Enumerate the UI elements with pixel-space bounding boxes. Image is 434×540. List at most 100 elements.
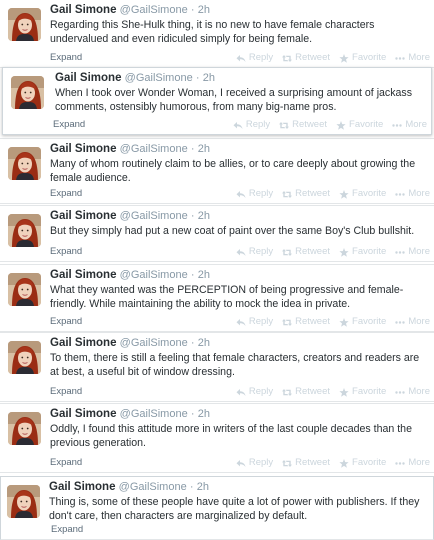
expand-link[interactable]: Expand <box>50 187 82 201</box>
author-name[interactable]: Gail Simone <box>50 210 116 222</box>
favorite-button[interactable]: Favorite <box>339 187 386 201</box>
reply-button[interactable]: Reply <box>236 245 273 259</box>
author-handle[interactable]: @GailSimone <box>120 143 188 155</box>
tweet-actions: Reply Retweet Favorite More <box>236 385 430 399</box>
avatar[interactable] <box>8 214 41 247</box>
favorite-button[interactable]: Favorite <box>339 245 386 259</box>
retweet-button[interactable]: Retweet <box>282 456 330 470</box>
tweet[interactable]: Gail Simone @GailSimone · 2h Thing is, s… <box>0 476 434 540</box>
expand-link[interactable]: Expand <box>50 385 82 399</box>
expand-link[interactable]: Expand <box>50 245 82 259</box>
tweet[interactable]: Gail Simone @GailSimone · 2h Oddly, I fo… <box>0 403 434 473</box>
author-name[interactable]: Gail Simone <box>50 143 116 155</box>
retweet-button[interactable]: Retweet <box>282 51 330 65</box>
tweet-header: Gail Simone @GailSimone · 2h <box>49 480 427 495</box>
author-handle[interactable]: @GailSimone <box>120 269 188 281</box>
author-name[interactable]: Gail Simone <box>50 269 116 281</box>
reply-button[interactable]: Reply <box>233 118 270 132</box>
more-button[interactable]: More <box>395 245 430 259</box>
star-icon <box>336 120 346 130</box>
author-handle[interactable]: @GailSimone <box>120 4 188 16</box>
favorite-label: Favorite <box>352 457 387 468</box>
timestamp[interactable]: 2h <box>203 72 215 84</box>
author-name[interactable]: Gail Simone <box>50 337 116 349</box>
reply-button[interactable]: Reply <box>236 51 273 65</box>
tweet-actions: Reply Retweet Favorite More <box>236 245 430 259</box>
retweet-icon <box>282 318 293 327</box>
retweet-button[interactable]: Retweet <box>282 245 330 259</box>
more-icon <box>395 388 406 397</box>
star-icon <box>339 53 349 63</box>
avatar[interactable] <box>8 147 41 180</box>
author-name[interactable]: Gail Simone <box>55 72 121 84</box>
favorite-button[interactable]: Favorite <box>339 385 386 399</box>
tweet[interactable]: Gail Simone @GailSimone · 2h What they w… <box>0 264 434 332</box>
author-handle[interactable]: @GailSimone <box>120 210 188 222</box>
more-button[interactable]: More <box>395 51 430 65</box>
favorite-button[interactable]: Favorite <box>339 315 386 329</box>
favorite-button[interactable]: Favorite <box>339 456 386 470</box>
reply-button[interactable]: Reply <box>236 385 273 399</box>
timestamp[interactable]: 2h <box>198 408 210 420</box>
author-name[interactable]: Gail Simone <box>49 481 115 493</box>
avatar[interactable] <box>8 412 41 445</box>
star-icon <box>339 317 349 327</box>
retweet-button[interactable]: Retweet <box>282 315 330 329</box>
tweet[interactable]: Gail Simone @GailSimone · 2h But they si… <box>0 205 434 262</box>
author-handle[interactable]: @GailSimone <box>119 481 187 493</box>
author-handle[interactable]: @GailSimone <box>125 72 193 84</box>
author-handle[interactable]: @GailSimone <box>120 337 188 349</box>
avatar[interactable] <box>11 76 44 109</box>
author-handle[interactable]: @GailSimone <box>120 408 188 420</box>
tweet-footer: Expand Reply Retweet Favorite More <box>53 118 427 132</box>
more-button[interactable]: More <box>395 385 430 399</box>
author-name[interactable]: Gail Simone <box>50 408 116 420</box>
expand-link[interactable]: Expand <box>50 51 82 65</box>
more-button[interactable]: More <box>395 315 430 329</box>
tweet-content: Gail Simone @GailSimone · 2h Regarding t… <box>50 3 428 46</box>
tweet-actions: Reply Retweet Favorite More <box>236 187 430 201</box>
reply-button[interactable]: Reply <box>236 187 273 201</box>
separator: · <box>190 210 195 222</box>
expand-link[interactable]: Expand <box>53 118 85 132</box>
timestamp[interactable]: 2h <box>198 210 210 222</box>
avatar[interactable] <box>8 8 41 41</box>
retweet-button[interactable]: Retweet <box>282 385 330 399</box>
avatar[interactable] <box>7 485 40 518</box>
favorite-button[interactable]: Favorite <box>336 118 383 132</box>
timestamp[interactable]: 2h <box>198 337 210 349</box>
tweet-footer: Expand Reply Retweet Favorite More <box>50 456 430 470</box>
more-button[interactable]: More <box>395 456 430 470</box>
more-label: More <box>408 188 430 199</box>
retweet-button[interactable]: Retweet <box>279 118 327 132</box>
more-button[interactable]: More <box>392 118 427 132</box>
timestamp[interactable]: 2h <box>198 143 210 155</box>
tweet[interactable]: Gail Simone @GailSimone · 2h To them, th… <box>0 332 434 402</box>
tweet-footer: Expand Reply Retweet Favorite More <box>50 315 430 329</box>
expand-link[interactable]: Expand <box>51 523 83 537</box>
avatar[interactable] <box>8 341 41 374</box>
retweet-label: Retweet <box>295 188 331 199</box>
timestamp[interactable]: 2h <box>197 481 209 493</box>
timestamp[interactable]: 2h <box>198 269 210 281</box>
more-button[interactable]: More <box>395 187 430 201</box>
expand-link[interactable]: Expand <box>50 456 82 470</box>
separator: · <box>190 143 195 155</box>
author-name[interactable]: Gail Simone <box>50 4 116 16</box>
tweet-header: Gail Simone @GailSimone · 2h <box>50 142 428 157</box>
retweet-label: Retweet <box>295 386 331 397</box>
tweet[interactable]: Gail Simone @GailSimone · 2h Many of who… <box>0 138 434 204</box>
tweet[interactable]: Gail Simone @GailSimone · 2h Regarding t… <box>0 0 434 68</box>
favorite-label: Favorite <box>352 386 387 397</box>
tweet[interactable]: Gail Simone @GailSimone · 2h When I took… <box>2 67 432 135</box>
reply-button[interactable]: Reply <box>236 456 273 470</box>
avatar[interactable] <box>8 273 41 306</box>
retweet-icon <box>282 388 293 397</box>
more-icon <box>395 318 406 327</box>
reply-button[interactable]: Reply <box>236 315 273 329</box>
separator: · <box>190 269 195 281</box>
timestamp[interactable]: 2h <box>198 4 210 16</box>
retweet-button[interactable]: Retweet <box>282 187 330 201</box>
expand-link[interactable]: Expand <box>50 315 82 329</box>
favorite-button[interactable]: Favorite <box>339 51 386 65</box>
